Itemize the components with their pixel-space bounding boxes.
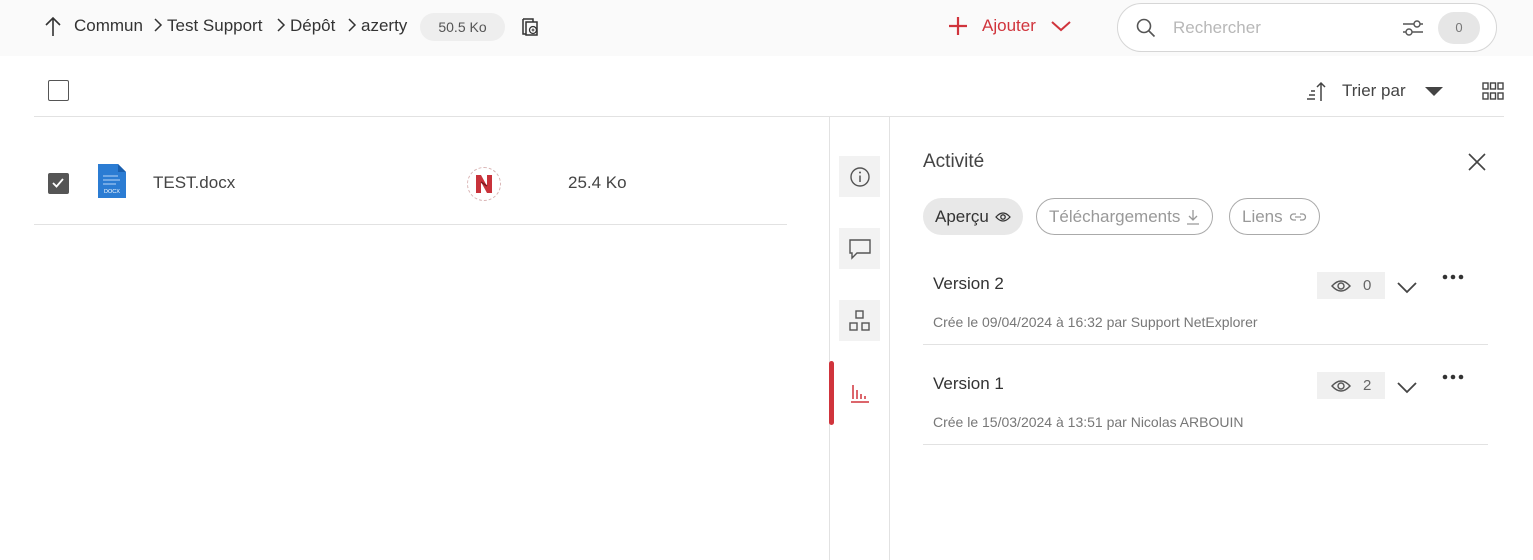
- copy-icon[interactable]: [520, 16, 542, 38]
- more-icon[interactable]: [1441, 273, 1465, 281]
- tab-liens-label: Liens: [1242, 206, 1283, 226]
- header-divider: [34, 116, 1504, 117]
- row-divider: [34, 224, 787, 225]
- tab-activity[interactable]: [839, 372, 880, 413]
- search-box: 0: [1117, 3, 1497, 52]
- tab-liens[interactable]: Liens: [1229, 198, 1320, 235]
- filter-icon[interactable]: [1402, 18, 1424, 38]
- chevron-right-icon: [154, 18, 163, 32]
- tab-info[interactable]: [839, 156, 880, 197]
- tab-telechargements[interactable]: Téléchargements: [1036, 198, 1214, 235]
- panel-title: Activité: [923, 151, 985, 172]
- expand-chevron-icon[interactable]: [1396, 281, 1418, 295]
- version-title: Version 2: [933, 274, 1004, 293]
- add-button[interactable]: Ajouter: [948, 10, 1072, 42]
- grid-view-icon[interactable]: [1482, 82, 1504, 100]
- plus-icon: [949, 17, 967, 35]
- select-all-checkbox[interactable]: [48, 80, 69, 101]
- info-icon: [849, 166, 870, 187]
- tab-apercu-label: Aperçu: [935, 206, 989, 226]
- docx-file-icon: DOCX: [98, 164, 126, 198]
- more-icon[interactable]: [1441, 373, 1465, 381]
- activity-chart-icon: [850, 384, 869, 403]
- breadcrumb-depot[interactable]: Dépôt: [290, 15, 335, 37]
- sort-button[interactable]: Trier par: [1306, 78, 1444, 104]
- view-count-badge: 2: [1317, 372, 1385, 399]
- arrow-up-icon[interactable]: [44, 16, 62, 38]
- eye-icon: [995, 211, 1011, 222]
- search-icon: [1136, 18, 1156, 38]
- tab-telechargements-label: Téléchargements: [1049, 206, 1181, 226]
- comment-icon: [848, 238, 871, 260]
- folder-size-badge: 50.5 Ko: [420, 13, 505, 41]
- file-size: 25.4 Ko: [568, 173, 627, 192]
- version-meta: Crée le 09/04/2024 à 16:32 par Support N…: [933, 314, 1258, 330]
- file-name[interactable]: TEST.docx: [153, 173, 235, 193]
- eye-icon: [1331, 279, 1351, 292]
- view-count-badge: 0: [1317, 272, 1385, 299]
- breadcrumb-commun[interactable]: Commun: [74, 15, 143, 37]
- version-divider: [923, 344, 1488, 345]
- sort-label: Trier par: [1342, 81, 1406, 100]
- tab-apps[interactable]: [839, 300, 880, 341]
- search-input[interactable]: [1173, 16, 1383, 40]
- active-tab-indicator: [829, 361, 834, 425]
- add-button-label: Ajouter: [982, 16, 1036, 35]
- top-bar: Commun Test Support Dépôt azerty 50.5 Ko…: [0, 0, 1533, 56]
- netexplorer-logo-icon: [476, 175, 492, 193]
- view-count: 2: [1363, 377, 1372, 394]
- download-icon: [1187, 209, 1200, 225]
- chevron-right-icon: [277, 18, 286, 32]
- version-divider: [923, 444, 1488, 445]
- link-icon: [1289, 212, 1306, 221]
- version-title: Version 1: [933, 374, 1004, 393]
- tab-apercu[interactable]: Aperçu: [923, 198, 1023, 235]
- breadcrumb-azerty[interactable]: azerty: [361, 15, 407, 37]
- tab-comments[interactable]: [839, 228, 880, 269]
- filter-count-badge[interactable]: 0: [1438, 12, 1480, 44]
- caret-down-icon: [1424, 87, 1443, 96]
- eye-icon: [1331, 379, 1351, 392]
- breadcrumb-test-support[interactable]: Test Support: [167, 15, 262, 37]
- side-divider-right: [889, 117, 890, 560]
- apps-icon: [848, 309, 870, 331]
- sort-icon: [1307, 81, 1326, 101]
- chevron-down-icon: [1051, 21, 1071, 32]
- docx-type-label: DOCX: [104, 189, 120, 195]
- chevron-right-icon: [348, 18, 357, 32]
- owner-avatar: [467, 167, 501, 201]
- check-icon: [52, 178, 64, 188]
- view-count: 0: [1363, 277, 1372, 294]
- version-meta: Crée le 15/03/2024 à 13:51 par Nicolas A…: [933, 414, 1244, 430]
- file-checkbox[interactable]: [48, 173, 69, 194]
- side-divider-left: [829, 117, 830, 560]
- close-icon[interactable]: [1466, 151, 1488, 173]
- expand-chevron-icon[interactable]: [1396, 381, 1418, 395]
